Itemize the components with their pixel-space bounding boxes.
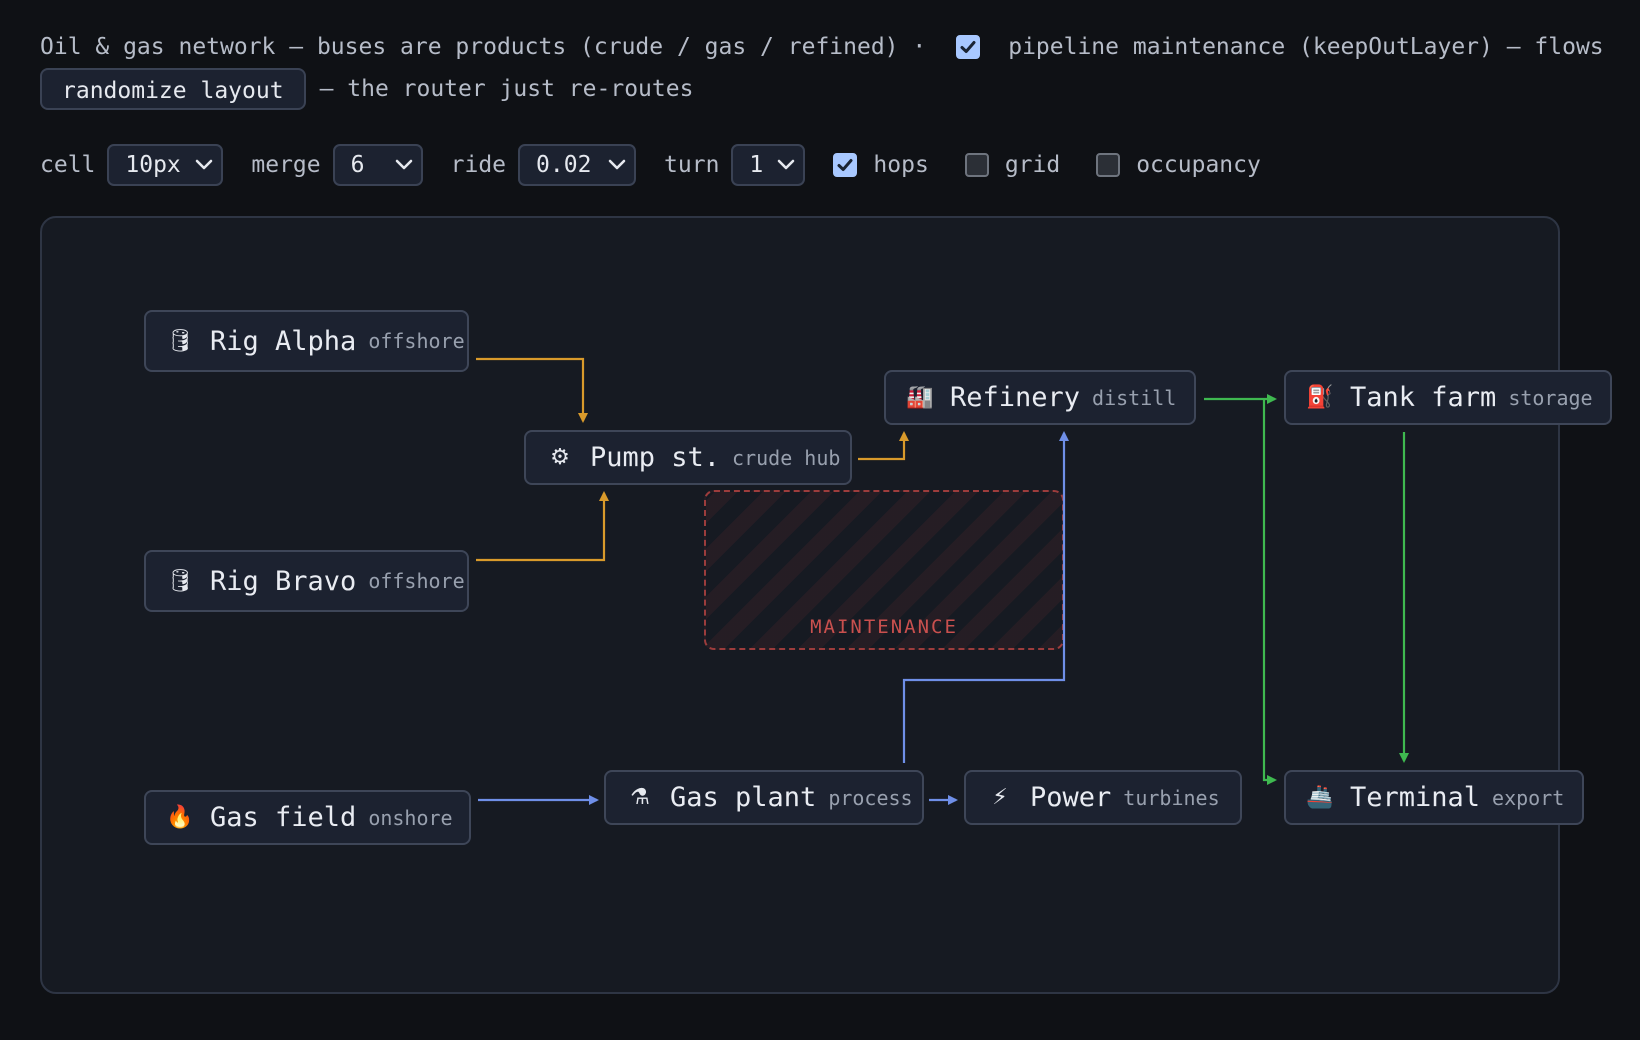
cell-label: cell	[40, 152, 96, 178]
checkmark-icon	[960, 41, 976, 53]
node-rig-alpha[interactable]: 🛢 Rig Alpha offshore	[144, 310, 469, 372]
ship-icon: 🚢	[1306, 785, 1334, 810]
node-power[interactable]: ⚡ Power turbines	[964, 770, 1242, 825]
node-gas-field[interactable]: 🔥 Gas field onshore	[144, 790, 471, 845]
controls-bar: cell 10px merge 6 ride 0.02 turn 1 hops …	[40, 142, 1297, 188]
chevron-down-icon	[196, 159, 213, 170]
turn-value: 1	[749, 152, 764, 178]
grid-checkbox[interactable]	[964, 153, 989, 177]
node-subtitle: process	[828, 785, 913, 810]
maintenance-label: pipeline maintenance (keepOutLayer) — fl…	[1008, 34, 1604, 60]
chevron-down-icon	[395, 159, 412, 170]
grid-toggle[interactable]: grid	[964, 152, 1061, 178]
chevron-down-icon	[778, 159, 795, 170]
node-subtitle: distill	[1092, 385, 1177, 410]
node-name: Gas field	[210, 802, 357, 833]
node-subtitle: storage	[1508, 385, 1593, 410]
flame-icon: 🔥	[166, 805, 194, 830]
node-name: Pump st.	[590, 442, 721, 473]
occupancy-label: occupancy	[1136, 152, 1261, 178]
checkmark-icon	[837, 159, 853, 171]
node-name: Rig Alpha	[210, 325, 357, 357]
flask-icon: ⚗	[630, 785, 650, 810]
header-actions: randomize layout — the router just re-ro…	[40, 68, 693, 110]
node-name: Tank farm	[1350, 382, 1497, 413]
maintenance-checkbox[interactable]	[956, 35, 981, 59]
node-name: Gas plant	[670, 782, 817, 813]
ride-value: 0.02	[536, 152, 592, 178]
node-refinery[interactable]: 🏭 Refinery distill	[884, 370, 1196, 425]
node-subtitle: export	[1492, 785, 1565, 810]
occupancy-toggle[interactable]: occupancy	[1096, 152, 1261, 178]
turn-select[interactable]: 1	[731, 144, 806, 186]
factory-icon: 🏭	[906, 385, 934, 410]
node-terminal[interactable]: 🚢 Terminal export	[1284, 770, 1584, 825]
maintenance-zone-label: MAINTENANCE	[810, 616, 958, 638]
node-gas-plant[interactable]: ⚗ Gas plant process	[604, 770, 924, 825]
ride-select[interactable]: 0.02	[518, 144, 637, 186]
merge-value: 6	[350, 152, 365, 178]
node-rig-bravo[interactable]: 🛢 Rig Bravo offshore	[144, 550, 469, 612]
node-tank-farm[interactable]: ⛽ Tank farm storage	[1284, 370, 1612, 425]
node-subtitle: offshore	[368, 329, 465, 353]
reroute-note: — the router just re-routes	[319, 76, 694, 102]
node-name: Power	[1030, 782, 1112, 813]
chevron-down-icon	[608, 159, 626, 170]
barrel-icon: 🛢	[166, 328, 194, 354]
node-subtitle: offshore	[368, 569, 465, 593]
ride-label: ride	[450, 152, 507, 178]
merge-label: merge	[251, 152, 321, 178]
occupancy-checkbox[interactable]	[1096, 153, 1121, 177]
fuel-pump-icon: ⛽	[1306, 385, 1334, 410]
node-subtitle: crude hub	[732, 445, 841, 470]
barrel-icon: 🛢	[166, 568, 194, 594]
turn-label: turn	[664, 152, 720, 178]
node-subtitle: turbines	[1123, 785, 1220, 810]
node-pump-station[interactable]: ⚙ Pump st. crude hub	[524, 430, 852, 485]
header-line: Oil & gas network — buses are products (…	[40, 34, 1604, 60]
gear-icon: ⚙	[550, 445, 570, 470]
node-name: Refinery	[950, 382, 1081, 413]
network-description: Oil & gas network — buses are products (…	[40, 34, 927, 60]
merge-select[interactable]: 6	[332, 144, 423, 186]
hops-label: hops	[873, 152, 929, 178]
cell-select[interactable]: 10px	[107, 144, 224, 186]
node-subtitle: onshore	[368, 805, 453, 830]
cell-value: 10px	[125, 152, 181, 178]
grid-label: grid	[1004, 152, 1061, 178]
hops-checkbox[interactable]	[833, 153, 858, 177]
maintenance-zone: MAINTENANCE	[704, 490, 1064, 650]
randomize-layout-button[interactable]: randomize layout	[40, 68, 306, 110]
node-name: Terminal	[1350, 782, 1481, 813]
lightning-icon: ⚡	[992, 785, 1008, 810]
hops-toggle[interactable]: hops	[833, 152, 929, 178]
node-name: Rig Bravo	[210, 565, 357, 597]
